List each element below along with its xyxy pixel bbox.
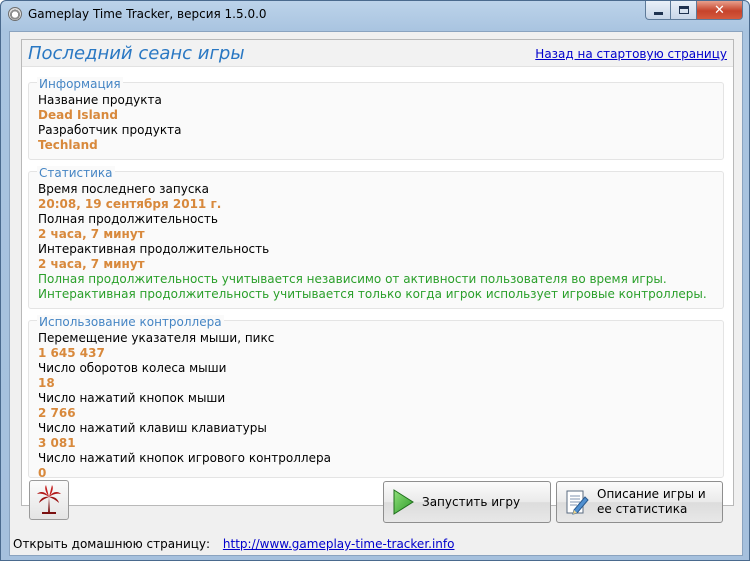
total-duration-value: 2 часа, 7 минут [38, 227, 145, 241]
close-button[interactable]: ✕ [697, 1, 743, 20]
gamepad-value: 0 [38, 466, 47, 480]
homepage-link[interactable]: http://www.gameplay-time-tracker.info [223, 537, 455, 551]
mouse-move-label: Перемещение указателя мыши, пикс [38, 331, 275, 345]
game-description-line2: ее статистика [597, 502, 688, 516]
gamepad-label: Число нажатий кнопок игрового контроллер… [38, 451, 331, 465]
minimize-icon [653, 11, 663, 15]
stats-group-title: Статистика [37, 166, 115, 180]
back-to-start-link[interactable]: Назад на стартовую страницу [535, 47, 727, 61]
game-description-button[interactable]: Описание игры и ее статистика [556, 481, 723, 523]
start-game-label: Запустить игру [422, 495, 521, 509]
product-name-label: Название продукта [38, 93, 162, 107]
controllers-group: Использование контроллера Перемещение ук… [28, 315, 724, 480]
game-description-label: Описание игры и ее статистика [597, 487, 706, 517]
mouse-clicks-value: 2 766 [38, 406, 76, 420]
stats-group: Статистика Время последнего запуска 20:0… [28, 166, 724, 309]
wheel-value: 18 [38, 376, 55, 390]
maximize-icon [678, 6, 689, 14]
page-title: Последний сеанс игры [28, 43, 245, 64]
interactive-duration-value: 2 часа, 7 минут [38, 257, 145, 271]
controllers-group-title: Использование контроллера [37, 315, 224, 329]
keys-label: Число нажатий клавиш клавиатуры [38, 421, 267, 435]
last-launch-value: 20:08, 19 сентября 2011 г. [38, 197, 222, 211]
info-group-title: Информация [37, 77, 123, 91]
game-logo-button[interactable] [29, 480, 69, 520]
play-icon [392, 489, 414, 515]
app-icon[interactable] [8, 7, 22, 21]
wheel-label: Число оборотов колеса мыши [38, 361, 227, 375]
app-window: Gameplay Time Tracker, версия 1.5.0.0 ✕ … [0, 0, 750, 561]
start-game-button[interactable]: Запустить игру [383, 481, 551, 523]
palm-tree-icon [37, 485, 61, 514]
total-duration-label: Полная продолжительность [38, 212, 218, 226]
developer-value: Techland [38, 138, 98, 152]
interactive-duration-label: Интерактивная продолжительность [38, 242, 270, 256]
mouse-move-value: 1 645 437 [38, 346, 105, 360]
status-bar: Открыть домашнюю страницу: http://www.ga… [10, 534, 742, 555]
minimize-button[interactable] [645, 1, 671, 20]
product-name-value: Dead Island [38, 108, 118, 122]
game-description-line1: Описание игры и [597, 487, 706, 501]
caption-buttons: ✕ [645, 1, 743, 21]
homepage-label: Открыть домашнюю страницу: [13, 537, 211, 551]
mouse-clicks-label: Число нажатий кнопок мыши [38, 391, 226, 405]
keys-value: 3 081 [38, 436, 76, 450]
document-edit-icon [565, 488, 589, 516]
developer-label: Разработчик продукта [38, 123, 182, 137]
total-duration-note: Полная продолжительность учитывается нез… [38, 272, 667, 286]
info-group: Информация Название продукта Dead Island… [28, 77, 724, 160]
window-title: Gameplay Time Tracker, версия 1.5.0.0 [28, 7, 267, 21]
last-launch-label: Время последнего запуска [38, 182, 210, 196]
client-area: Последний сеанс игры Назад на стартовую … [9, 31, 743, 556]
session-panel: Последний сеанс игры Назад на стартовую … [21, 39, 734, 506]
maximize-button[interactable] [671, 1, 697, 20]
close-icon: ✕ [714, 2, 725, 18]
panel-header: Последний сеанс игры Назад на стартовую … [22, 40, 733, 67]
interactive-duration-note: Интерактивная продолжительность учитывае… [38, 287, 707, 301]
title-bar[interactable]: Gameplay Time Tracker, версия 1.5.0.0 ✕ [1, 1, 749, 29]
